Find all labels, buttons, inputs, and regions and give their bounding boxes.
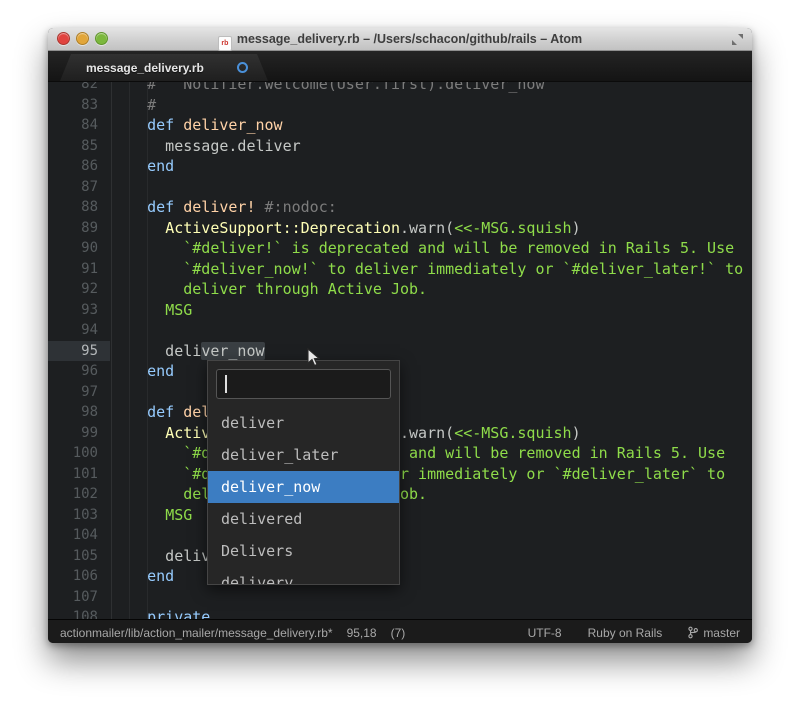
file-path: actionmailer/lib/action_mailer/message_d…: [60, 626, 333, 640]
tab-bar: message_delivery.rb: [48, 51, 752, 82]
line-number[interactable]: 105: [48, 546, 110, 567]
line-number[interactable]: 102: [48, 484, 110, 505]
gutter: 8283848586878889909192939495969798991001…: [48, 82, 110, 619]
mouse-pointer-icon: [306, 348, 320, 368]
ruby-file-icon: rb: [218, 36, 232, 51]
autocomplete-input[interactable]: [216, 369, 391, 399]
line-number[interactable]: 95: [48, 341, 110, 362]
title-bar[interactable]: rb message_delivery.rb – /Users/schacon/g…: [48, 28, 752, 51]
status-bar: actionmailer/lib/action_mailer/message_d…: [48, 619, 752, 643]
cursor-position[interactable]: 95,18: [347, 626, 377, 640]
tab-message-delivery[interactable]: message_delivery.rb: [60, 54, 268, 81]
line-number[interactable]: 93: [48, 300, 110, 321]
autocomplete-item[interactable]: delivery: [208, 567, 399, 585]
code-line[interactable]: `#deliver_now!` to deliver immediately o…: [111, 259, 752, 280]
code-line[interactable]: end: [111, 156, 752, 177]
branch-icon: [688, 626, 698, 639]
atom-window: rb message_delivery.rb – /Users/schacon/g…: [48, 28, 752, 643]
branch-label: master: [703, 626, 740, 640]
line-number[interactable]: 103: [48, 505, 110, 526]
line-number[interactable]: 91: [48, 259, 110, 280]
code-line[interactable]: private: [111, 607, 752, 619]
encoding-label[interactable]: UTF-8: [528, 626, 562, 640]
line-number[interactable]: 100: [48, 443, 110, 464]
line-number[interactable]: 94: [48, 320, 110, 341]
fullscreen-icon[interactable]: [731, 33, 744, 46]
code-line[interactable]: def deliver_now: [111, 115, 752, 136]
code-line[interactable]: message.deliver: [111, 136, 752, 157]
autocomplete-list: deliverdeliver_laterdeliver_nowdelivered…: [208, 407, 399, 585]
line-number[interactable]: 98: [48, 402, 110, 423]
text-caret: [225, 375, 227, 393]
line-number[interactable]: 82: [48, 82, 110, 95]
code-line[interactable]: MSG: [111, 300, 752, 321]
line-number[interactable]: 90: [48, 238, 110, 259]
tab-label: message_delivery.rb: [86, 61, 204, 75]
code-line[interactable]: [111, 320, 752, 341]
modified-indicator-icon[interactable]: [237, 62, 248, 73]
code-line[interactable]: # Notifier.welcome(User.first).deliver_n…: [111, 82, 752, 95]
line-number[interactable]: 99: [48, 423, 110, 444]
line-number[interactable]: 108: [48, 607, 110, 619]
grammar-label[interactable]: Ruby on Rails: [588, 626, 663, 640]
code-line[interactable]: `#deliver!` is deprecated and will be re…: [111, 238, 752, 259]
line-number[interactable]: 86: [48, 156, 110, 177]
autocomplete-item[interactable]: Delivers: [208, 535, 399, 567]
line-number[interactable]: 96: [48, 361, 110, 382]
code-editor[interactable]: 8283848586878889909192939495969798991001…: [48, 82, 752, 619]
line-number[interactable]: 83: [48, 95, 110, 116]
code-line[interactable]: def deliver! #:nodoc:: [111, 197, 752, 218]
autocomplete-item[interactable]: deliver_later: [208, 439, 399, 471]
autocomplete-popup: deliverdeliver_laterdeliver_nowdelivered…: [207, 360, 400, 585]
line-number[interactable]: 92: [48, 279, 110, 300]
line-number[interactable]: 101: [48, 464, 110, 485]
code-line[interactable]: [111, 177, 752, 198]
code-line[interactable]: ActiveSupport::Deprecation.warn(<<-MSG.s…: [111, 218, 752, 239]
line-number[interactable]: 84: [48, 115, 110, 136]
line-number[interactable]: 104: [48, 525, 110, 546]
autocomplete-item[interactable]: deliver: [208, 407, 399, 439]
line-number[interactable]: 107: [48, 587, 110, 608]
code-line[interactable]: [111, 587, 752, 608]
code-line[interactable]: #: [111, 95, 752, 116]
window-title-text: message_delivery.rb – /Users/schacon/git…: [237, 32, 582, 46]
autocomplete-item[interactable]: delivered: [208, 503, 399, 535]
autocomplete-item[interactable]: deliver_now: [208, 471, 399, 503]
change-count-badge: (7): [391, 626, 406, 640]
code-line[interactable]: deliver_now: [111, 341, 752, 362]
line-number[interactable]: 87: [48, 177, 110, 198]
code-line[interactable]: deliver through Active Job.: [111, 279, 752, 300]
window-title: rb message_delivery.rb – /Users/schacon/g…: [48, 28, 752, 50]
line-number[interactable]: 89: [48, 218, 110, 239]
line-number[interactable]: 97: [48, 382, 110, 403]
line-number[interactable]: 106: [48, 566, 110, 587]
line-number[interactable]: 88: [48, 197, 110, 218]
git-branch[interactable]: master: [688, 626, 740, 640]
line-number[interactable]: 85: [48, 136, 110, 157]
